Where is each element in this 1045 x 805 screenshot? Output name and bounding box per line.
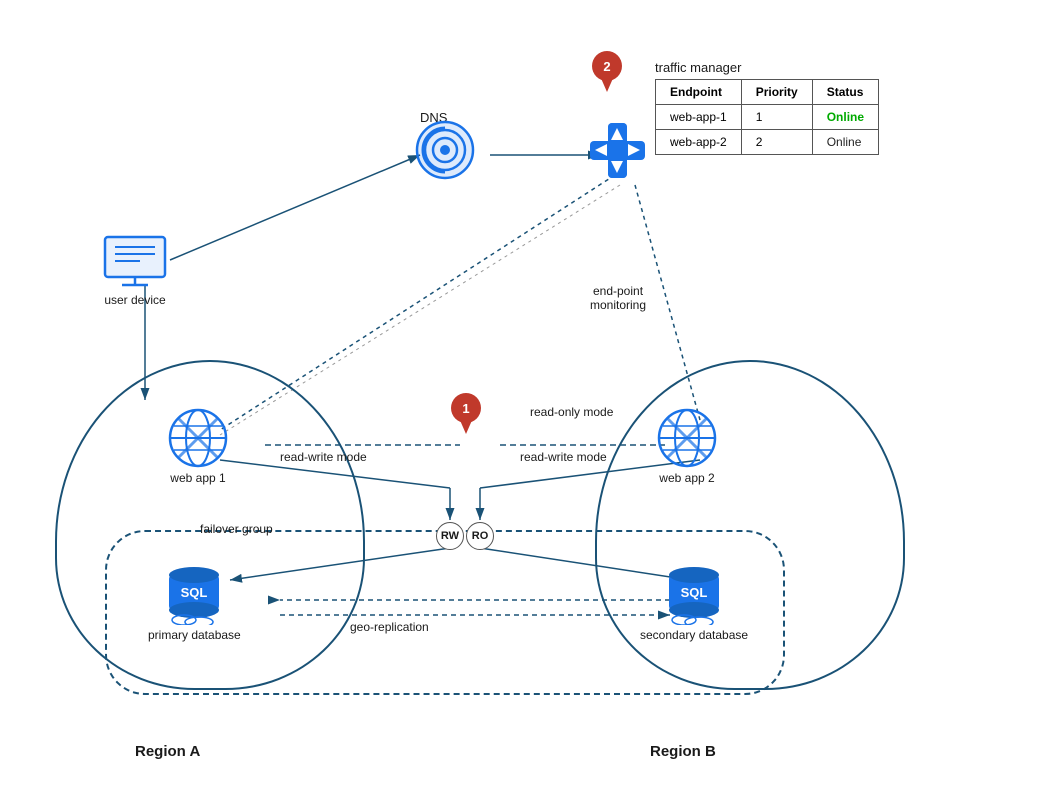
secondary-db-icon: SQL [659,560,729,625]
web-app-2-icon [657,408,717,468]
secondary-db-icon-wrap: SQL secondary database [640,560,748,642]
pin-badge-2: 2 [590,50,625,95]
traffic-manager-table-container: traffic manager Endpoint Priority Status… [655,60,879,155]
read-only-mode-label: read-only mode [530,405,613,419]
user-device-label: user device [104,293,165,307]
svg-text:2: 2 [603,59,610,74]
traffic-manager-table: Endpoint Priority Status web-app-1 1 Onl… [655,79,879,155]
primary-db-label: primary database [148,628,241,642]
failover-label: failover group [200,522,273,536]
svg-text:SQL: SQL [681,585,708,600]
web-app-1-icon-wrap: web app 1 [168,408,228,485]
traffic-manager-icon [585,118,650,183]
primary-db-icon: SQL [159,560,229,625]
secondary-db-label: secondary database [640,628,748,642]
ro-circle: RO [466,522,494,550]
table-row-2: web-app-2 2 Online [656,130,879,155]
priority-1: 1 [741,105,812,130]
table-row-1: web-app-1 1 Online [656,105,879,130]
status-1: Online [812,105,878,130]
col-header-endpoint: Endpoint [656,80,742,105]
web-app-1-label: web app 1 [170,471,225,485]
dns-icon-wrap [415,120,475,180]
endpoint-monitoring-label: end-point monitoring [590,270,646,312]
rw-circle: RW [436,522,464,550]
region-a-label: Region A [135,743,200,760]
web-app-2-icon-wrap: web app 2 [657,408,717,485]
priority-2: 2 [741,130,812,155]
col-header-status: Status [812,80,878,105]
traffic-manager-icon-wrap [585,118,650,183]
user-device-icon-wrap: user device [100,235,170,307]
endpoint-2: web-app-2 [656,130,742,155]
read-write-mode-label-right: read-write mode [520,450,607,464]
web-app-2-label: web app 2 [659,471,714,485]
svg-text:SQL: SQL [181,585,208,600]
user-device-icon [100,235,170,290]
geo-replication-label: geo-replication [350,620,429,634]
primary-db-icon-wrap: SQL primary database [148,560,241,642]
dns-icon [415,120,475,180]
web-app-1-icon [168,408,228,468]
col-header-priority: Priority [741,80,812,105]
pin-badge-1: 1 [449,392,484,437]
status-2: Online [812,130,878,155]
read-write-mode-label-left: read-write mode [280,450,367,464]
endpoint-1: web-app-1 [656,105,742,130]
svg-text:1: 1 [462,401,469,416]
diagram: DNS [0,0,1045,805]
traffic-manager-title: traffic manager [655,60,879,75]
region-b-label: Region B [650,743,716,760]
